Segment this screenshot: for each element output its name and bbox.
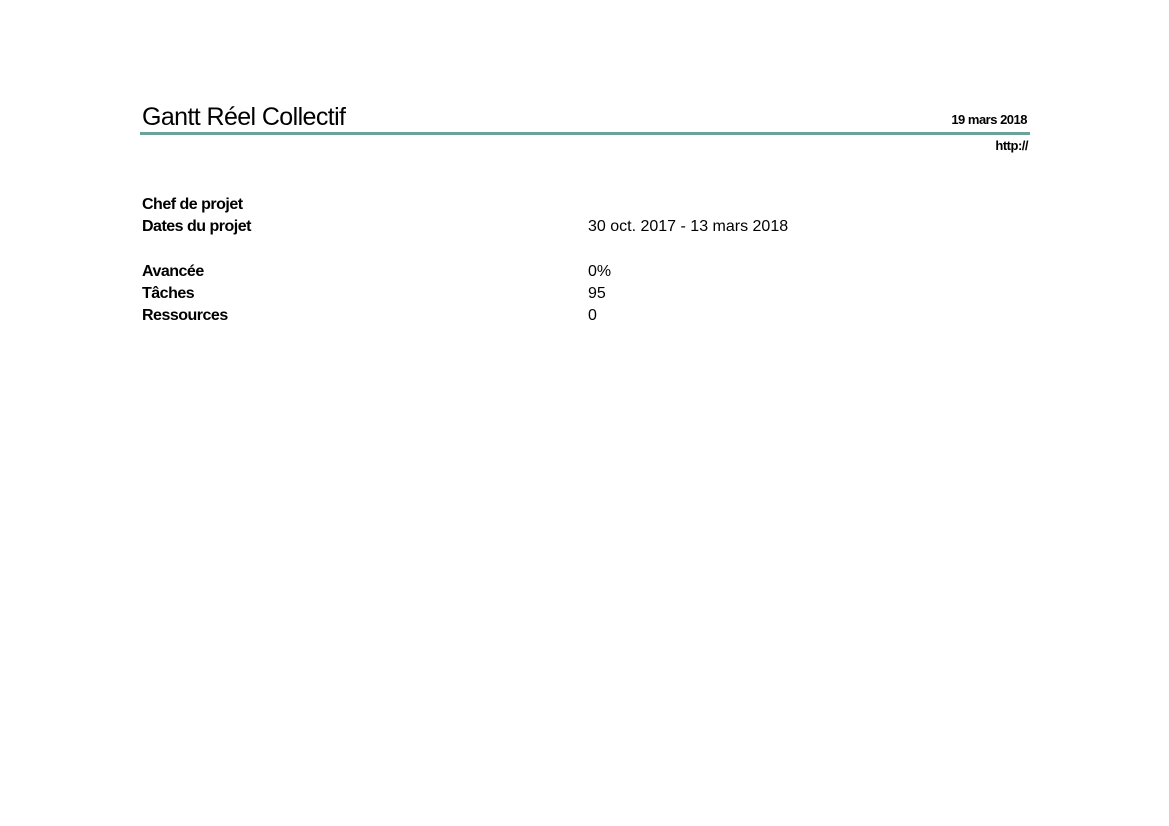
project-dates-value: 30 oct. 2017 - 13 mars 2018 [588, 218, 789, 235]
report-header: Gantt Réel Collectif 19 mars 2018 [140, 100, 1030, 136]
progress-value: 0% [588, 263, 612, 280]
project-dates-label: Dates du projet [142, 218, 251, 235]
resources-label: Ressources [142, 307, 228, 324]
progress-label: Avancée [142, 263, 204, 280]
resources-value: 0 [588, 307, 597, 324]
report-url: http:// [995, 138, 1028, 153]
header-divider [140, 132, 1030, 135]
report-date: 19 mars 2018 [951, 112, 1027, 127]
manager-label: Chef de projet [142, 196, 243, 213]
tasks-value: 95 [588, 285, 606, 302]
page-title: Gantt Réel Collectif [142, 103, 346, 131]
tasks-label: Tâches [142, 285, 195, 302]
